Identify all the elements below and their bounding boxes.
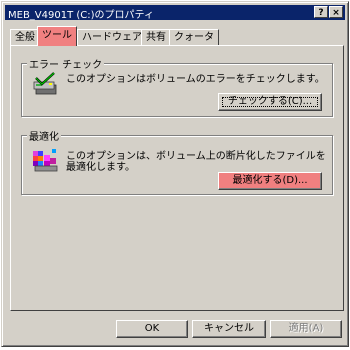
tab-panel: エラー チェック このオプションはボリュームのエラーをチェックします。 チェック… — [10, 45, 344, 311]
check-disk-icon — [33, 72, 57, 95]
apply-button[interactable]: 適用(A) — [270, 320, 342, 338]
tab-hardware[interactable]: ハードウェア — [77, 29, 147, 45]
error-check-description: このオプションはボリュームのエラーをチェックします。 — [66, 74, 325, 85]
title-bar[interactable]: MEB_V4901T (C:)のプロパティ ? × — [5, 5, 345, 21]
ok-button[interactable]: OK — [116, 320, 188, 338]
cancel-button[interactable]: キャンセル — [192, 320, 266, 338]
optimize-description-line1: このオプションは、ボリューム上の断片化したファイルを — [66, 151, 326, 162]
check-now-button[interactable]: チェックする(C)... — [218, 93, 322, 111]
help-button[interactable]: ? — [314, 6, 328, 18]
error-check-group: エラー チェック このオプションはボリュームのエラーをチェックします。 チェック… — [21, 56, 333, 117]
properties-dialog: MEB_V4901T (C:)のプロパティ ? × 全般 ツール ハードウェア … — [1, 1, 349, 347]
error-check-heading: エラー チェック — [27, 56, 105, 71]
optimize-heading: 最適化 — [27, 128, 61, 143]
tab-general[interactable]: 全般 — [10, 29, 40, 45]
defrag-icon — [33, 149, 58, 172]
close-button[interactable]: × — [329, 6, 343, 18]
tab-sharing[interactable]: 共有 — [141, 29, 171, 45]
tab-tools[interactable]: ツール — [37, 26, 77, 46]
optimize-description-line2: 最適化します。 — [66, 162, 135, 173]
window-title: MEB_V4901T (C:)のプロパティ — [8, 10, 154, 21]
defragment-button[interactable]: 最適化する(D)... — [218, 172, 322, 190]
optimize-group: 最適化 このオプションは、ボリューム上の断片化したファイルを 最適化します。 最… — [21, 128, 333, 195]
tab-quota[interactable]: クォータ — [169, 29, 219, 45]
